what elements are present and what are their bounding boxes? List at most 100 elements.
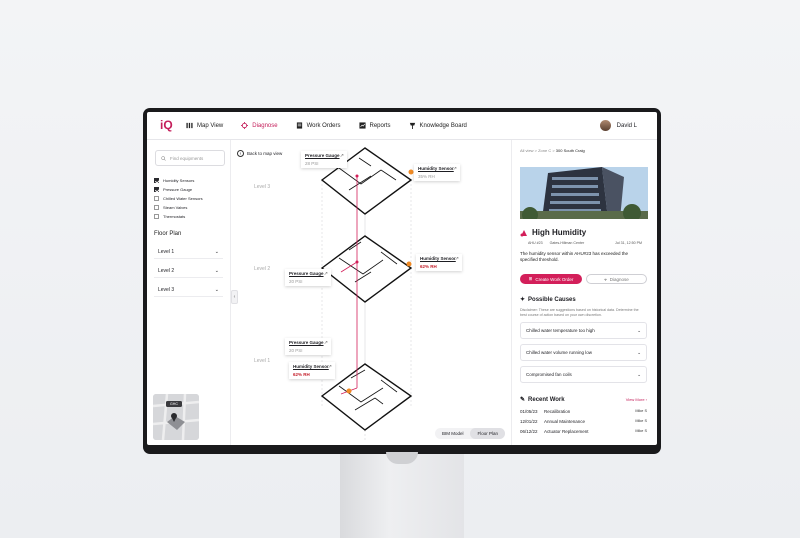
cause-label: Chilled water temperature too high: [526, 328, 595, 333]
level-dropdown-3[interactable]: Level 3 ⌄: [154, 284, 223, 297]
filter-pressure-gauge[interactable]: Pressure Gauge: [154, 187, 192, 192]
user-name: David L: [616, 122, 637, 129]
filter-label: Humidity Sensors: [163, 178, 195, 183]
checkbox[interactable]: [154, 187, 159, 192]
callout-pressure-gauge[interactable]: Pressure Gauge 20 PSI ↗: [285, 338, 331, 355]
level-dropdown-1[interactable]: Level 1 ⌄: [154, 246, 223, 259]
button-label: Create Work Order: [535, 276, 574, 282]
chevron-down-icon: ⌄: [637, 371, 641, 377]
view-more-link[interactable]: View More ›: [626, 397, 647, 402]
chevron-down-icon: ⌄: [214, 287, 219, 293]
recent-work-title: ✎ Recent Work: [520, 396, 565, 404]
button-label: Diagnose: [609, 276, 629, 282]
chevron-down-icon: ⌄: [637, 327, 641, 333]
callout-humidity-sensor-alert[interactable]: Humidity Sensor 62% RH ↗: [416, 254, 462, 271]
callout-humidity-sensor-alert[interactable]: Humidity Sensor 62% RH ↗: [289, 362, 335, 379]
callout-title: Humidity Sensor: [293, 364, 329, 369]
checkbox[interactable]: [154, 178, 159, 183]
top-nav-bar: iQ Map View Diagnose Work Orders Reports…: [147, 112, 657, 140]
user-menu[interactable]: David L: [599, 120, 637, 131]
external-link-icon: ↗: [454, 256, 459, 262]
work-user: Mike S: [635, 429, 647, 433]
map-icon: [186, 122, 193, 129]
nav-map-view[interactable]: Map View: [186, 122, 223, 129]
building-photo: [520, 167, 648, 219]
section-title-text: Possible Causes: [528, 296, 576, 303]
avatar: [599, 120, 611, 131]
cause-item[interactable]: Chilled water volume running low ⌄: [520, 344, 647, 361]
work-date: 12/01/22: [520, 419, 538, 424]
alert-title: High Humidity: [520, 228, 586, 237]
chevron-down-icon: ⌄: [214, 249, 219, 255]
callout-pressure-gauge[interactable]: Pressure Gauge 28 PSI ↗: [301, 151, 347, 168]
callout-value: 28 PSI: [305, 161, 319, 166]
callout-value: 20 PSI: [289, 279, 303, 284]
work-date: 06/12/22: [520, 429, 538, 434]
alert-datetime: Jul 31, 12:50 PM: [615, 241, 642, 245]
breadcrumb-path[interactable]: All view > Zone C >: [520, 148, 556, 153]
search-input[interactable]: Find equipments: [155, 150, 225, 166]
filter-label: Steam Valves: [163, 205, 188, 210]
checkbox[interactable]: [154, 205, 159, 210]
level-label: Level 3: [158, 287, 175, 293]
floor-plan-canvas: ‹ Back to map view Level 3 Level 2 Level…: [231, 140, 511, 445]
filter-humidity-sensors[interactable]: Humidity Sensors: [154, 178, 194, 183]
sensor-warning-dot[interactable]: [408, 169, 414, 175]
level-dropdown-2[interactable]: Level 2 ⌄: [154, 265, 223, 278]
level-label-1: Level 1: [254, 358, 271, 364]
nav-work-orders[interactable]: Work Orders: [296, 122, 341, 129]
filter-chilled-water-sensors[interactable]: Chilled Water Sensors: [154, 196, 203, 201]
alert-description: The humidity sensor within AHU#23 has ex…: [520, 251, 629, 262]
toggle-floor-plan[interactable]: Floor Plan: [470, 428, 505, 439]
diagnose-icon: ⌖: [604, 276, 607, 282]
recent-work-row[interactable]: 01/05/23 Recalibration Mike S: [520, 409, 647, 414]
sparkle-icon: ✦: [520, 297, 526, 303]
alert-unit: AHU #23: [528, 241, 543, 245]
cause-label: Chilled water volume running low: [526, 350, 593, 355]
cause-item[interactable]: Compromised fan coils ⌄: [520, 366, 647, 383]
nav-diagnose[interactable]: Diagnose: [241, 122, 278, 129]
work-date: 01/05/23: [520, 409, 538, 414]
mini-map[interactable]: GHC: [153, 394, 199, 440]
cause-item[interactable]: Chilled water temperature too high ⌄: [520, 322, 647, 339]
sensor-warning-dot[interactable]: [406, 261, 412, 267]
recent-work-row[interactable]: 06/12/22 Actuator Replacement Mike S: [520, 429, 647, 434]
disclaimer-text: Disclaimer: These are suggestions based …: [520, 308, 639, 317]
diagnose-button[interactable]: ⌖ Diagnose: [586, 274, 647, 284]
building-image: [520, 167, 648, 219]
toggle-bim-model[interactable]: BIM Model: [435, 428, 471, 439]
callout-humidity-sensor[interactable]: Humidity Sensor 35% RH ↗: [414, 164, 460, 181]
sensor-warning-dot[interactable]: [346, 388, 352, 394]
create-work-order-button[interactable]: ⊞ Create Work Order: [520, 274, 582, 284]
section-title-text: Recent Work: [528, 396, 565, 403]
isometric-floors[interactable]: [231, 140, 511, 445]
checkbox[interactable]: [154, 214, 159, 219]
filter-thermostats[interactable]: Thermostats: [154, 214, 185, 219]
alert-location: Gates-Hillman Center: [549, 241, 585, 245]
callout-pressure-gauge[interactable]: Pressure Gauge 20 PSI ↗: [285, 269, 331, 286]
nav-knowledge-board[interactable]: Knowledge Board: [409, 122, 467, 129]
external-link-icon: ↗: [339, 153, 344, 159]
external-link-icon: ↗: [323, 271, 328, 277]
filter-steam-valves[interactable]: Steam Valves: [154, 205, 187, 210]
work-name: Annual Maintenance: [544, 419, 586, 424]
alert-meta: AHU #23 Gates-Hillman Center Jul 31, 12:…: [528, 241, 648, 245]
callout-value: 35% RH: [418, 174, 435, 179]
callout-title: Pressure Gauge: [289, 340, 324, 345]
work-orders-icon: [296, 122, 302, 129]
possible-causes-title: ✦ Possible Causes: [520, 296, 576, 304]
callout-title: Pressure Gauge: [305, 153, 340, 158]
checkbox[interactable]: [154, 196, 159, 201]
nav-reports[interactable]: Reports: [358, 122, 391, 129]
app-logo[interactable]: iQ: [160, 118, 176, 133]
external-link-icon: ↗: [452, 166, 457, 172]
work-name: Actuator Replacement: [544, 429, 589, 434]
recent-work-row[interactable]: 12/01/22 Annual Maintenance Mike S: [520, 419, 647, 424]
filter-label: Chilled Water Sensors: [163, 196, 203, 201]
level-label: Level 1: [158, 249, 175, 255]
callout-value: 62% RH: [293, 372, 310, 377]
breadcrumb[interactable]: All view > Zone C > 300 South Craig: [520, 148, 585, 153]
external-link-icon: ↗: [323, 340, 328, 346]
work-user: Mike S: [635, 409, 647, 413]
path-node: [355, 174, 359, 178]
